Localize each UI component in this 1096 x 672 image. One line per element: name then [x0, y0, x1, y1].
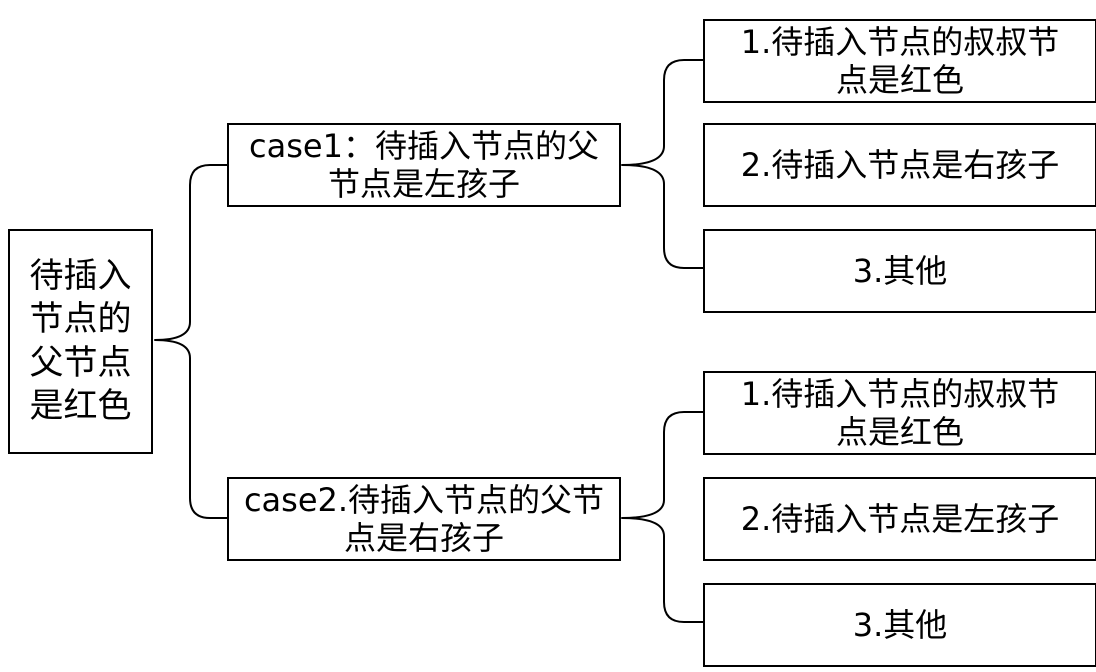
case2-subcase-1-label: 1.待插入节点的叔叔节点是红色 [740, 374, 1060, 451]
case1-bracket [621, 59, 704, 269]
case1-subcase-3-label: 3.其他 [852, 251, 948, 290]
root-node-label: 待插入节点的父节点是红色 [29, 256, 132, 426]
case2-subcase-2-label: 2.待插入节点是左孩子 [740, 499, 1060, 538]
case1-subcase-2: 2.待插入节点是右孩子 [703, 123, 1096, 207]
case2-subcase-2: 2.待插入节点是左孩子 [703, 477, 1096, 561]
case1-node-label: case1：待插入节点的父节点是左孩子 [249, 126, 599, 203]
case2-subcase-3-label: 3.其他 [852, 605, 948, 644]
case1-subcase-1: 1.待插入节点的叔叔节点是红色 [703, 19, 1096, 103]
case2-subcase-1: 1.待插入节点的叔叔节点是红色 [703, 371, 1096, 455]
case2-subcase-3: 3.其他 [703, 583, 1096, 667]
case2-node: case2.待插入节点的父节点是右孩子 [227, 477, 621, 561]
case1-subcase-2-label: 2.待插入节点是右孩子 [740, 145, 1060, 184]
case1-subcase-3: 3.其他 [703, 229, 1096, 313]
case2-bracket [621, 411, 704, 623]
case1-subcase-1-label: 1.待插入节点的叔叔节点是红色 [740, 22, 1060, 99]
case1-node: case1：待插入节点的父节点是左孩子 [227, 123, 621, 207]
case2-node-label: case2.待插入节点的父节点是右孩子 [243, 480, 605, 557]
root-node: 待插入节点的父节点是红色 [8, 229, 153, 454]
root-bracket [154, 164, 229, 519]
